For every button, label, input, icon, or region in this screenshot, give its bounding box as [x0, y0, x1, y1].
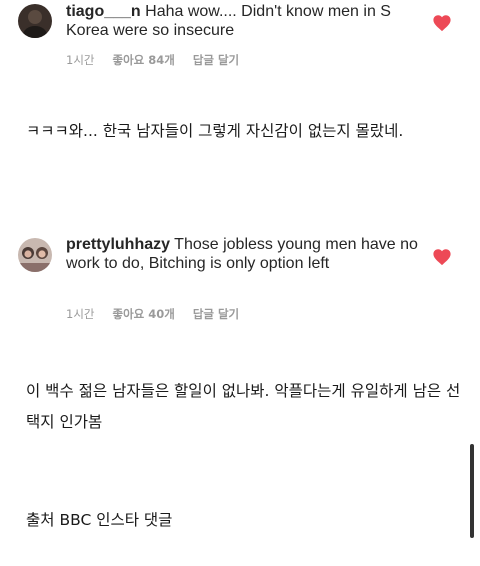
translation-1: ㅋㅋㅋ와... 한국 남자들이 그렇게 자신감이 없는지 몰랐네.: [26, 122, 404, 140]
comment-meta: 1시간 좋아요 40개 답글 달기: [66, 306, 257, 322]
heart-icon[interactable]: [432, 248, 452, 266]
timestamp: 1시간: [66, 307, 95, 321]
likes-count[interactable]: 좋아요 40개: [112, 307, 174, 321]
username[interactable]: tiago___n: [66, 3, 141, 20]
avatar[interactable]: [18, 238, 52, 272]
translation-2: 이 백수 젊은 남자들은 할일이 없나봐. 악플다는게 유일하게 남은 선택지 …: [26, 382, 461, 431]
avatar[interactable]: [18, 4, 52, 38]
reply-button[interactable]: 답글 달기: [193, 53, 239, 67]
comment-text: tiago___n Haha wow.... Didn't know men i…: [66, 2, 426, 40]
likes-count[interactable]: 좋아요 84개: [112, 53, 174, 67]
reply-button[interactable]: 답글 달기: [193, 307, 239, 321]
comment-text: prettyluhhazy Those jobless young men ha…: [66, 235, 426, 273]
heart-icon[interactable]: [432, 14, 452, 32]
source-caption: 출처 BBC 인스타 댓글: [26, 511, 173, 529]
timestamp: 1시간: [66, 53, 95, 67]
scrollbar[interactable]: [470, 444, 474, 538]
comment-meta: 1시간 좋아요 84개 답글 달기: [66, 52, 257, 68]
username[interactable]: prettyluhhazy: [66, 236, 170, 253]
